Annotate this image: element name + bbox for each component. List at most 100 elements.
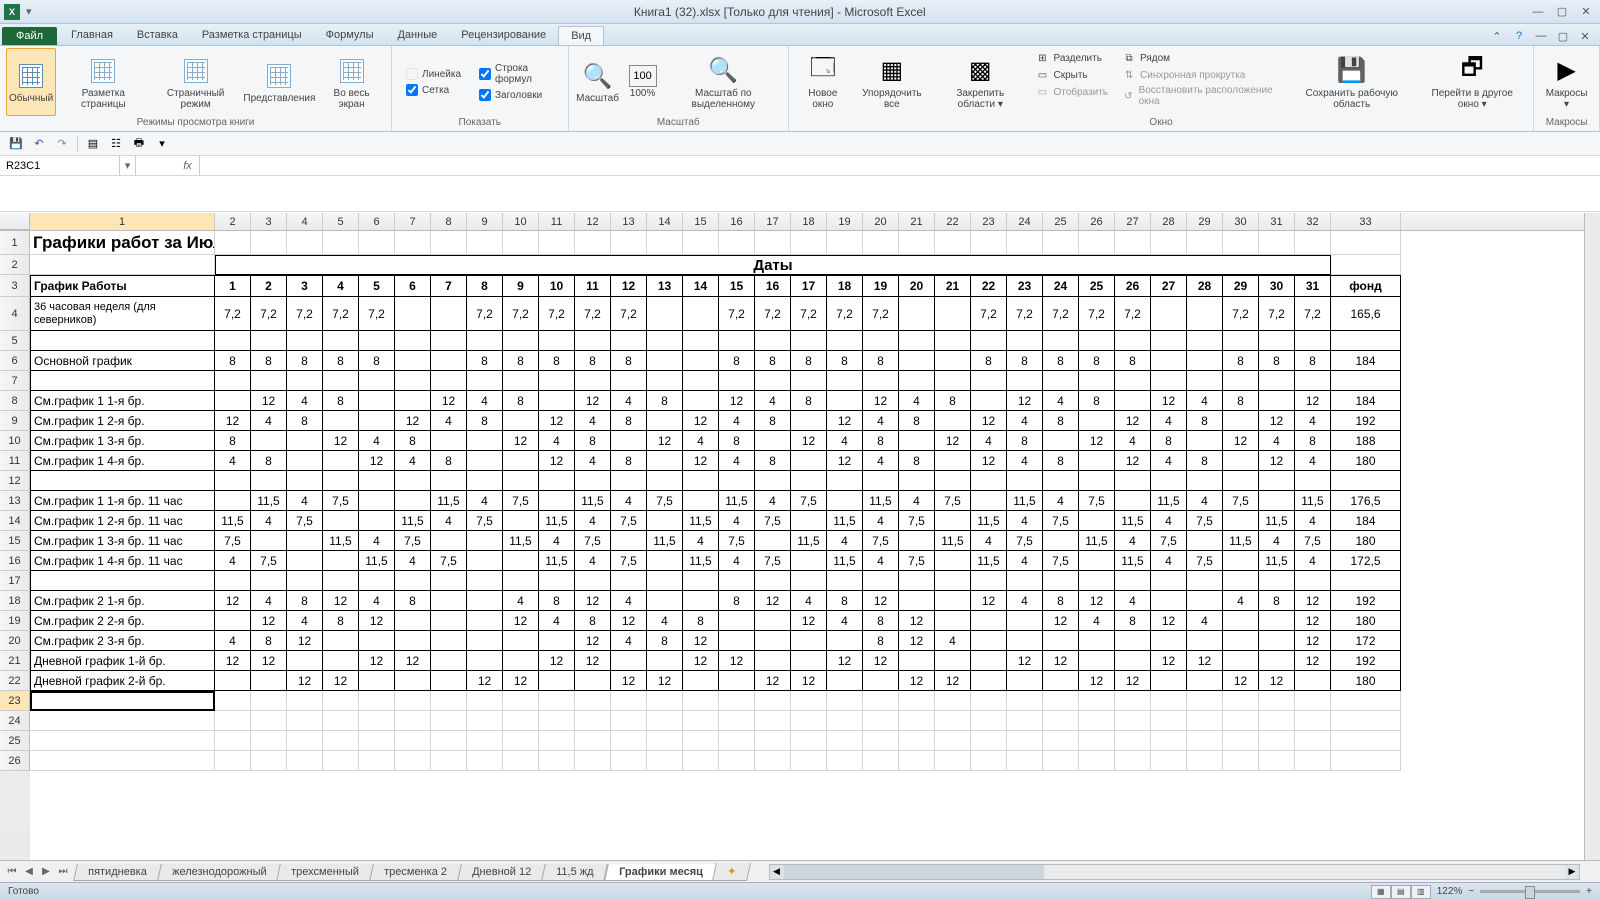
cell[interactable]: 4 — [827, 431, 863, 451]
row-header[interactable]: 13 — [0, 491, 30, 511]
cell[interactable]: 30 — [1259, 275, 1295, 297]
cell[interactable] — [971, 231, 1007, 255]
cell[interactable]: 28 — [1187, 275, 1223, 297]
cell[interactable] — [1151, 691, 1187, 711]
cell[interactable]: 12 — [683, 451, 719, 471]
cell[interactable] — [1115, 731, 1151, 751]
cell[interactable]: 12 — [431, 391, 467, 411]
cell[interactable]: 4 — [575, 411, 611, 431]
cell[interactable] — [431, 671, 467, 691]
cell[interactable] — [1151, 671, 1187, 691]
column-header[interactable]: 2 — [215, 213, 251, 230]
cell[interactable]: 12 — [1043, 611, 1079, 631]
cell[interactable] — [647, 651, 683, 671]
cell[interactable] — [1043, 471, 1079, 491]
zoom-in-button[interactable]: + — [1586, 886, 1592, 897]
tab-nav-prev[interactable]: ◀ — [21, 864, 37, 880]
cell[interactable] — [683, 391, 719, 411]
column-header[interactable]: 9 — [467, 213, 503, 230]
unhide-button[interactable]: ▭Отобразить — [1034, 84, 1111, 100]
cell[interactable] — [899, 571, 935, 591]
column-header[interactable]: 11 — [539, 213, 575, 230]
cell[interactable] — [1223, 631, 1259, 651]
column-header[interactable]: 23 — [971, 213, 1007, 230]
column-header[interactable]: 30 — [1223, 213, 1259, 230]
cell[interactable]: 12 — [899, 611, 935, 631]
freeze-panes-button[interactable]: ▩Закрепить области ▾ — [933, 48, 1027, 116]
cell[interactable] — [1259, 751, 1295, 771]
cell[interactable] — [323, 231, 359, 255]
cell[interactable]: 4 — [395, 551, 431, 571]
cell[interactable] — [215, 471, 251, 491]
cell[interactable]: 12 — [215, 591, 251, 611]
cell[interactable] — [1151, 297, 1187, 331]
page-layout-icon[interactable]: ▤ — [1391, 885, 1411, 899]
cell[interactable] — [215, 371, 251, 391]
cell[interactable] — [863, 691, 899, 711]
cell[interactable] — [719, 611, 755, 631]
cell[interactable] — [683, 471, 719, 491]
column-header[interactable]: 32 — [1295, 213, 1331, 230]
cell[interactable]: 12 — [1115, 411, 1151, 431]
cell[interactable]: 11,5 — [1115, 511, 1151, 531]
cell[interactable]: 8 — [1043, 411, 1079, 431]
cell[interactable] — [755, 691, 791, 711]
cell[interactable]: 12 — [1295, 651, 1331, 671]
cell[interactable] — [971, 391, 1007, 411]
cell[interactable] — [899, 331, 935, 351]
cell[interactable]: 4 — [1007, 591, 1043, 611]
cell[interactable] — [503, 551, 539, 571]
normal-view-button[interactable]: Обычный — [6, 48, 56, 116]
cell[interactable] — [395, 691, 431, 711]
close-button[interactable]: ✕ — [1576, 3, 1596, 21]
formula-bar-checkbox[interactable]: Строка формул — [479, 63, 553, 85]
cell[interactable]: 7,2 — [863, 297, 899, 331]
cell[interactable] — [359, 671, 395, 691]
cell[interactable] — [935, 297, 971, 331]
cell[interactable]: 11,5 — [215, 511, 251, 531]
cell[interactable] — [827, 331, 863, 351]
cell[interactable] — [1295, 671, 1331, 691]
cell[interactable]: 12 — [1295, 391, 1331, 411]
cell[interactable]: 12 — [683, 631, 719, 651]
cell[interactable] — [431, 431, 467, 451]
cell[interactable] — [791, 371, 827, 391]
cell[interactable] — [287, 451, 323, 471]
cell[interactable]: 4 — [863, 551, 899, 571]
cell[interactable] — [215, 691, 251, 711]
cell[interactable] — [575, 371, 611, 391]
cell[interactable]: 7,5 — [215, 531, 251, 551]
cell[interactable]: 11,5 — [1115, 551, 1151, 571]
cell[interactable] — [503, 571, 539, 591]
cell[interactable] — [1187, 331, 1223, 351]
cell[interactable] — [503, 411, 539, 431]
cell[interactable]: 4 — [431, 411, 467, 431]
cell[interactable]: 11,5 — [1259, 511, 1295, 531]
cell[interactable] — [1223, 551, 1259, 571]
cell[interactable] — [1043, 691, 1079, 711]
column-header[interactable]: 12 — [575, 213, 611, 230]
cell[interactable] — [935, 651, 971, 671]
cell[interactable]: 8 — [395, 591, 431, 611]
qat-item-icon[interactable]: ☷ — [106, 134, 126, 154]
cell[interactable] — [935, 711, 971, 731]
cell[interactable]: 180 — [1331, 671, 1401, 691]
cell[interactable]: 192 — [1331, 591, 1401, 611]
cell[interactable]: 8 — [827, 591, 863, 611]
column-header[interactable]: 28 — [1151, 213, 1187, 230]
ribbon-tab[interactable]: Вид — [558, 26, 604, 45]
cell[interactable] — [395, 371, 431, 391]
cell[interactable]: 15 — [719, 275, 755, 297]
cell[interactable]: 4 — [359, 591, 395, 611]
cell[interactable]: 8 — [251, 451, 287, 471]
cell[interactable]: 11,5 — [971, 551, 1007, 571]
cell[interactable] — [1295, 691, 1331, 711]
cell[interactable] — [251, 711, 287, 731]
cell[interactable] — [863, 711, 899, 731]
cell[interactable] — [431, 471, 467, 491]
cell[interactable] — [791, 631, 827, 651]
cell[interactable]: 7,2 — [359, 297, 395, 331]
cell[interactable] — [215, 731, 251, 751]
cell[interactable]: 12 — [323, 591, 359, 611]
cell[interactable] — [1079, 331, 1115, 351]
